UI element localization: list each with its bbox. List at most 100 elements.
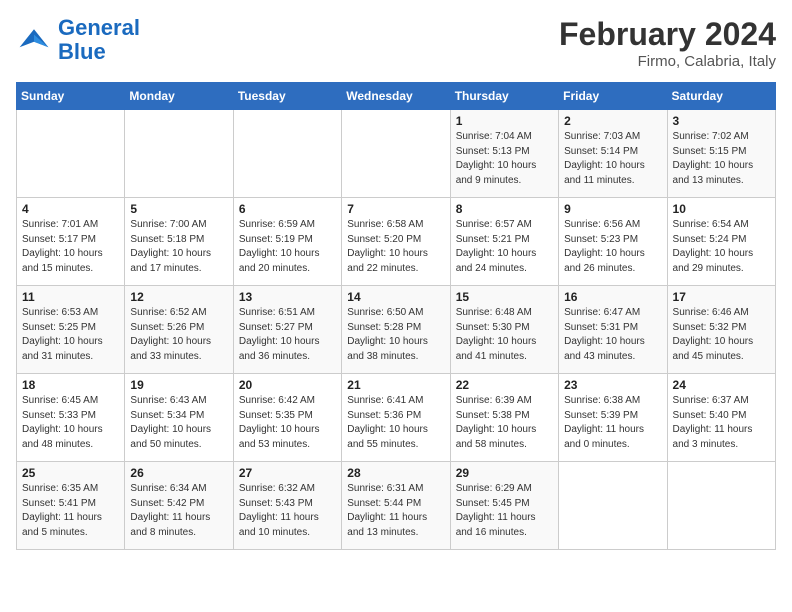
day-number: 25 — [22, 466, 119, 480]
day-number: 19 — [130, 378, 227, 392]
calendar-cell — [233, 110, 341, 198]
calendar-cell: 9 Sunrise: 6:56 AMSunset: 5:23 PMDaylight… — [559, 198, 667, 286]
day-number: 28 — [347, 466, 444, 480]
calendar-cell: 14 Sunrise: 6:50 AMSunset: 5:28 PMDayligh… — [342, 286, 450, 374]
calendar-cell — [342, 110, 450, 198]
day-number: 12 — [130, 290, 227, 304]
day-number: 16 — [564, 290, 661, 304]
calendar-body: 1Sunrise: 7:04 AMSunset: 5:13 PMDaylight… — [17, 110, 776, 550]
day-number: 17 — [673, 290, 770, 304]
day-info: Sunrise: 6:52 AMSunset: 5:26 PMDaylight:… — [130, 306, 227, 364]
day-number: 24 — [673, 378, 770, 392]
day-info: Sunrise: 6:54 AMSunset: 5:24 PMDaylight:… — [673, 218, 770, 276]
day-number: 8 — [456, 202, 553, 216]
calendar-cell: 29 Sunrise: 6:29 AMSunset: 5:45 PMDayligh… — [450, 462, 558, 550]
day-info: Sunrise: 6:39 AMSunset: 5:38 PMDaylight:… — [456, 394, 553, 452]
calendar-cell — [559, 462, 667, 550]
calendar-cell: 1Sunrise: 7:04 AMSunset: 5:13 PMDaylight… — [450, 110, 558, 198]
day-info: Sunrise: 6:35 AMSunset: 5:41 PMDaylight:… — [22, 482, 119, 540]
day-number: 11 — [22, 290, 119, 304]
day-info: Sunrise: 6:37 AMSunset: 5:40 PMDaylight:… — [673, 394, 770, 452]
day-number: 10 — [673, 202, 770, 216]
calendar-cell: 28 Sunrise: 6:31 AMSunset: 5:44 PMDayligh… — [342, 462, 450, 550]
day-info: Sunrise: 6:56 AMSunset: 5:23 PMDaylight:… — [564, 218, 661, 276]
weekday-header: Saturday — [667, 83, 775, 110]
calendar-header-row: SundayMondayTuesdayWednesdayThursdayFrid… — [17, 83, 776, 110]
day-info: Sunrise: 6:31 AMSunset: 5:44 PMDaylight:… — [347, 482, 444, 540]
weekday-header: Tuesday — [233, 83, 341, 110]
calendar-cell: 8 Sunrise: 6:57 AMSunset: 5:21 PMDaylight… — [450, 198, 558, 286]
day-info: Sunrise: 6:58 AMSunset: 5:20 PMDaylight:… — [347, 218, 444, 276]
calendar-cell: 19 Sunrise: 6:43 AMSunset: 5:34 PMDayligh… — [125, 374, 233, 462]
calendar-cell — [17, 110, 125, 198]
day-number: 6 — [239, 202, 336, 216]
weekday-header: Sunday — [17, 83, 125, 110]
calendar-cell: 27 Sunrise: 6:32 AMSunset: 5:43 PMDayligh… — [233, 462, 341, 550]
weekday-header: Wednesday — [342, 83, 450, 110]
weekday-header: Thursday — [450, 83, 558, 110]
calendar-cell: 20 Sunrise: 6:42 AMSunset: 5:35 PMDayligh… — [233, 374, 341, 462]
calendar-cell: 17Sunrise: 6:46 AMSunset: 5:32 PMDayligh… — [667, 286, 775, 374]
day-number: 4 — [22, 202, 119, 216]
calendar-cell: 13 Sunrise: 6:51 AMSunset: 5:27 PMDayligh… — [233, 286, 341, 374]
day-info: Sunrise: 7:00 AMSunset: 5:18 PMDaylight:… — [130, 218, 227, 276]
day-number: 2 — [564, 114, 661, 128]
weekday-header: Monday — [125, 83, 233, 110]
day-info: Sunrise: 6:32 AMSunset: 5:43 PMDaylight:… — [239, 482, 336, 540]
day-info: Sunrise: 6:38 AMSunset: 5:39 PMDaylight:… — [564, 394, 661, 452]
day-info: Sunrise: 6:29 AMSunset: 5:45 PMDaylight:… — [456, 482, 553, 540]
day-info: Sunrise: 7:01 AMSunset: 5:17 PMDaylight:… — [22, 218, 119, 276]
day-info: Sunrise: 6:59 AMSunset: 5:19 PMDaylight:… — [239, 218, 336, 276]
day-info: Sunrise: 6:41 AMSunset: 5:36 PMDaylight:… — [347, 394, 444, 452]
weekday-header: Friday — [559, 83, 667, 110]
day-number: 14 — [347, 290, 444, 304]
logo-text: General Blue — [58, 16, 140, 64]
day-number: 15 — [456, 290, 553, 304]
calendar-cell: 6 Sunrise: 6:59 AMSunset: 5:19 PMDaylight… — [233, 198, 341, 286]
calendar-cell: 2 Sunrise: 7:03 AMSunset: 5:14 PMDaylight… — [559, 110, 667, 198]
calendar-cell: 3 Sunrise: 7:02 AMSunset: 5:15 PMDaylight… — [667, 110, 775, 198]
calendar-week-row: 1Sunrise: 7:04 AMSunset: 5:13 PMDaylight… — [17, 110, 776, 198]
calendar-week-row: 25 Sunrise: 6:35 AMSunset: 5:41 PMDayligh… — [17, 462, 776, 550]
day-info: Sunrise: 6:50 AMSunset: 5:28 PMDaylight:… — [347, 306, 444, 364]
day-info: Sunrise: 6:34 AMSunset: 5:42 PMDaylight:… — [130, 482, 227, 540]
calendar-cell: 16 Sunrise: 6:47 AMSunset: 5:31 PMDayligh… — [559, 286, 667, 374]
day-number: 22 — [456, 378, 553, 392]
day-info: Sunrise: 6:57 AMSunset: 5:21 PMDaylight:… — [456, 218, 553, 276]
calendar-cell: 15Sunrise: 6:48 AMSunset: 5:30 PMDayligh… — [450, 286, 558, 374]
calendar-cell: 12 Sunrise: 6:52 AMSunset: 5:26 PMDayligh… — [125, 286, 233, 374]
day-number: 9 — [564, 202, 661, 216]
day-number: 20 — [239, 378, 336, 392]
day-number: 13 — [239, 290, 336, 304]
logo-bird-icon — [16, 22, 52, 58]
calendar-cell: 10 Sunrise: 6:54 AMSunset: 5:24 PMDayligh… — [667, 198, 775, 286]
calendar-cell: 21Sunrise: 6:41 AMSunset: 5:36 PMDayligh… — [342, 374, 450, 462]
calendar-week-row: 4 Sunrise: 7:01 AMSunset: 5:17 PMDaylight… — [17, 198, 776, 286]
calendar-cell: 22 Sunrise: 6:39 AMSunset: 5:38 PMDayligh… — [450, 374, 558, 462]
day-number: 29 — [456, 466, 553, 480]
calendar-cell: 7Sunrise: 6:58 AMSunset: 5:20 PMDaylight… — [342, 198, 450, 286]
title-block: February 2024 Firmo, Calabria, Italy — [559, 16, 776, 70]
calendar-cell: 18Sunrise: 6:45 AMSunset: 5:33 PMDayligh… — [17, 374, 125, 462]
day-info: Sunrise: 6:42 AMSunset: 5:35 PMDaylight:… — [239, 394, 336, 452]
calendar-cell: 25 Sunrise: 6:35 AMSunset: 5:41 PMDayligh… — [17, 462, 125, 550]
day-info: Sunrise: 7:02 AMSunset: 5:15 PMDaylight:… — [673, 130, 770, 188]
day-number: 27 — [239, 466, 336, 480]
day-number: 23 — [564, 378, 661, 392]
day-info: Sunrise: 7:04 AMSunset: 5:13 PMDaylight:… — [456, 130, 553, 188]
day-info: Sunrise: 6:51 AMSunset: 5:27 PMDaylight:… — [239, 306, 336, 364]
calendar-cell: 24 Sunrise: 6:37 AMSunset: 5:40 PMDayligh… — [667, 374, 775, 462]
calendar-cell — [125, 110, 233, 198]
calendar-week-row: 18Sunrise: 6:45 AMSunset: 5:33 PMDayligh… — [17, 374, 776, 462]
calendar-cell — [667, 462, 775, 550]
day-info: Sunrise: 7:03 AMSunset: 5:14 PMDaylight:… — [564, 130, 661, 188]
day-info: Sunrise: 6:43 AMSunset: 5:34 PMDaylight:… — [130, 394, 227, 452]
calendar-cell: 4 Sunrise: 7:01 AMSunset: 5:17 PMDaylight… — [17, 198, 125, 286]
calendar-cell: 23 Sunrise: 6:38 AMSunset: 5:39 PMDayligh… — [559, 374, 667, 462]
day-info: Sunrise: 6:47 AMSunset: 5:31 PMDaylight:… — [564, 306, 661, 364]
logo: General Blue — [16, 16, 140, 64]
day-number: 3 — [673, 114, 770, 128]
calendar-cell: 26Sunrise: 6:34 AMSunset: 5:42 PMDayligh… — [125, 462, 233, 550]
calendar-week-row: 11Sunrise: 6:53 AMSunset: 5:25 PMDayligh… — [17, 286, 776, 374]
location-subtitle: Firmo, Calabria, Italy — [559, 53, 776, 70]
